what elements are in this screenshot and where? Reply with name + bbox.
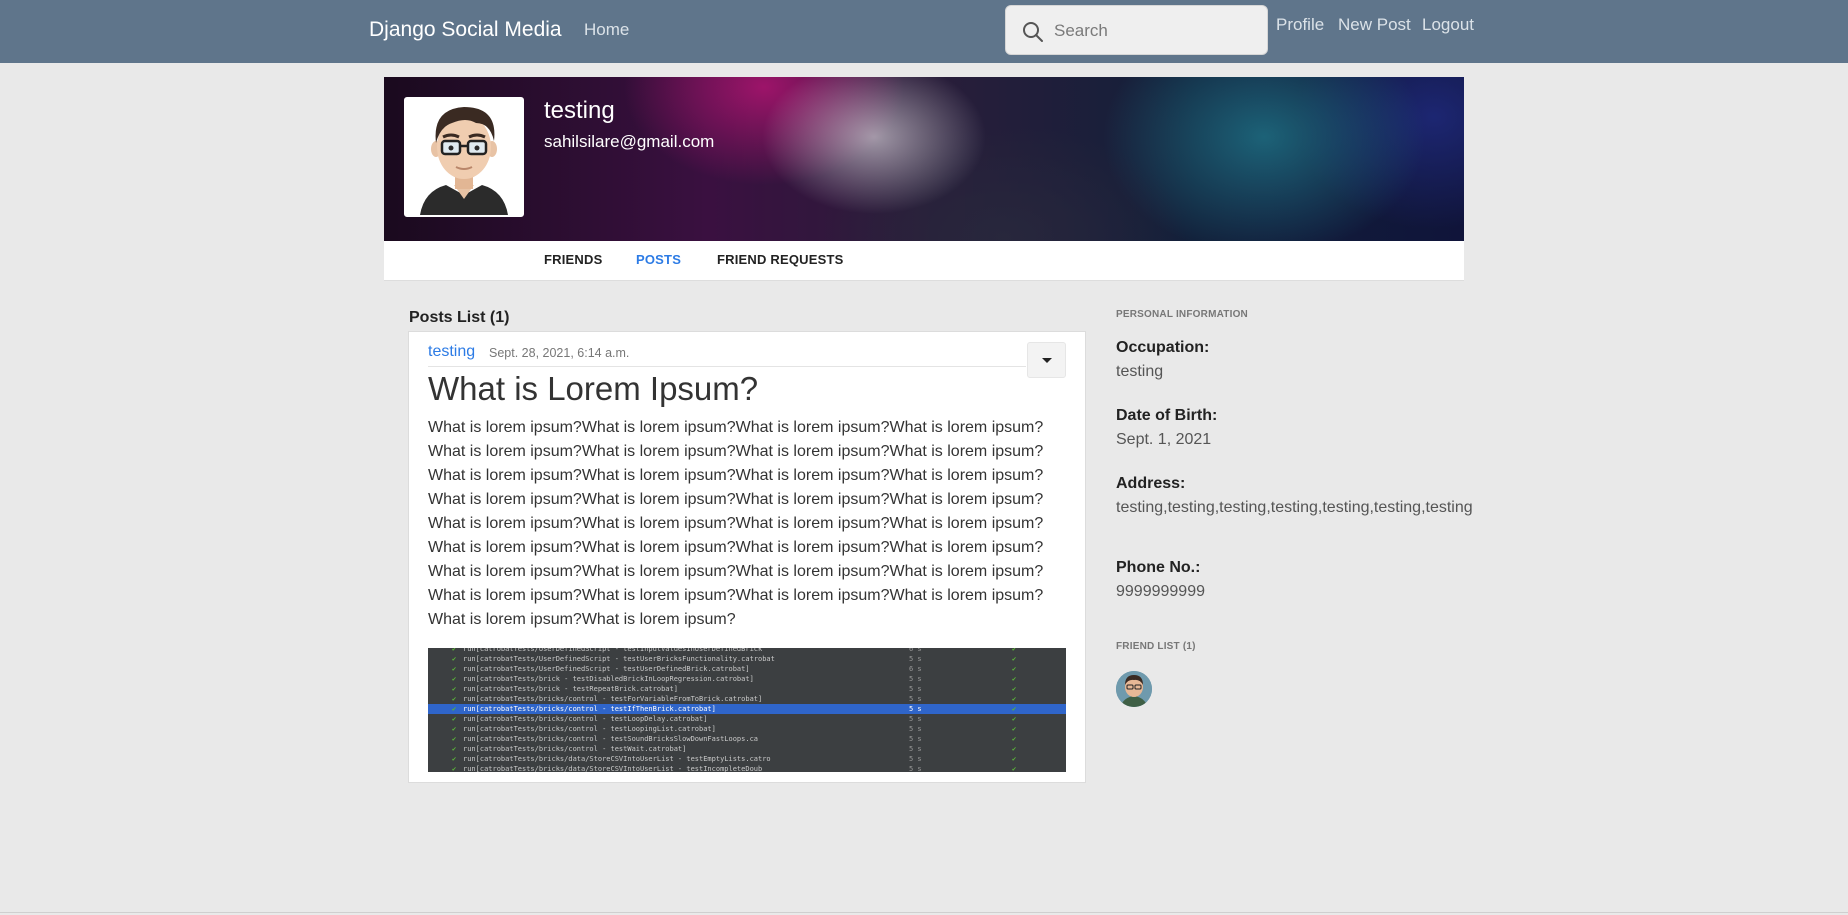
check-icon: ✔ (1012, 715, 1017, 723)
test-result-row: ✔ run[catrobatTests/bricks/control - test… (428, 704, 1066, 714)
avatar-illustration (406, 99, 522, 215)
check-icon: ✔ (1012, 685, 1017, 693)
check-icon: ✔ (1012, 675, 1017, 683)
search-box[interactable] (1005, 5, 1268, 55)
profile-username: testing (544, 97, 615, 124)
test-result-name: run[catrobatTests/bricks/control - testF… (463, 695, 763, 703)
post-body: What is lorem ipsum?What is lorem ipsum?… (428, 419, 1044, 628)
test-result-row: ✔ run[catrobatTests/bricks/control - test… (428, 734, 1066, 744)
test-result-row: ✔ run[catrobatTests/bricks/data/StoreCSVI… (428, 764, 1066, 772)
check-icon: ✔ (1012, 745, 1017, 753)
nav-logout-link[interactable]: Logout (1422, 15, 1474, 35)
test-result-name: run[catrobatTests/bricks/data/StoreCSVIn… (463, 755, 771, 763)
test-result-name: run[catrobatTests/UserDefinedScript - te… (463, 665, 750, 673)
nav-profile-link[interactable]: Profile (1276, 15, 1324, 35)
test-result-time: 5 s (909, 745, 922, 753)
search-icon (1023, 22, 1043, 42)
test-result-name: run[catrobatTests/brick - testDisabledBr… (463, 675, 754, 683)
test-result-time: 6 s (909, 665, 922, 673)
dob-value: Sept. 1, 2021 (1116, 431, 1212, 448)
address-label: Address: (1116, 475, 1186, 492)
test-result-row: ✔ run[catrobatTests/brick - testRepeatBri… (428, 684, 1066, 694)
page-bottom-divider (0, 912, 1848, 913)
posts-list-heading: Posts List (1) (409, 309, 510, 326)
search-input[interactable] (1054, 16, 1254, 46)
occupation-label: Occupation: (1116, 339, 1210, 356)
post-author-link[interactable]: testing (428, 343, 475, 361)
personal-information-heading: PERSONAL INFORMATION (1116, 309, 1248, 320)
check-icon: ✔ (452, 735, 457, 743)
test-result-name: run[catrobatTests/bricks/control - testI… (463, 705, 716, 713)
check-icon: ✔ (1012, 735, 1017, 743)
friend-avatar-illustration (1116, 671, 1152, 707)
test-result-name: run[catrobatTests/UserDefinedScript - te… (463, 655, 775, 663)
test-result-time: 5 s (909, 695, 922, 703)
dob-label: Date of Birth: (1116, 407, 1218, 424)
test-result-time: 5 s (909, 725, 922, 733)
post-title: What is Lorem Ipsum? (428, 370, 759, 407)
test-result-row: ✔ run[catrobatTests/UserDefinedScript - t… (428, 654, 1066, 664)
test-result-row: ✔ run[catrobatTests/bricks/control - test… (428, 714, 1066, 724)
check-icon: ✔ (452, 675, 457, 683)
test-result-name: run[catrobatTests/bricks/control - testS… (463, 735, 759, 743)
friend-avatar[interactable] (1116, 671, 1152, 707)
check-icon: ✔ (452, 765, 457, 772)
tab-friend-requests[interactable]: FRIEND REQUESTS (717, 252, 844, 267)
test-result-name: run[catrobatTests/bricks/control - testL… (463, 725, 716, 733)
test-result-row: ✔ run[catrobatTests/bricks/control - test… (428, 724, 1066, 734)
tab-friends[interactable]: FRIENDS (544, 252, 602, 267)
navbar: Django Social Media Home Profile New Pos… (0, 0, 1848, 63)
test-result-time: 5 s (909, 675, 922, 683)
profile-tabs: FRIENDS POSTS FRIEND REQUESTS (384, 241, 1464, 281)
test-result-time: 5 s (909, 655, 922, 663)
brand-link[interactable]: Django Social Media (369, 18, 562, 42)
test-result-row: ✔ run[catrobatTests/bricks/control - test… (428, 744, 1066, 754)
check-icon: ✔ (1012, 655, 1017, 663)
phone-label: Phone No.: (1116, 559, 1201, 576)
check-icon: ✔ (452, 695, 457, 703)
check-icon: ✔ (452, 745, 457, 753)
post-image[interactable]: ✔ run[catrobatTests/UserDefinedScript - t… (428, 648, 1066, 772)
check-icon: ✔ (1012, 755, 1017, 763)
test-result-name: run[catrobatTests/bricks/control - testW… (463, 745, 687, 753)
friend-list-heading: FRIEND LIST (1) (1116, 641, 1196, 652)
occupation-value: testing (1116, 363, 1164, 380)
profile-avatar (404, 97, 524, 217)
nav-home-link[interactable]: Home (584, 20, 629, 40)
check-icon: ✔ (452, 755, 457, 763)
phone-value: 9999999999 (1116, 583, 1205, 600)
test-result-time: 5 s (909, 715, 922, 723)
check-icon: ✔ (452, 685, 457, 693)
test-result-row: ✔ run[catrobatTests/bricks/control - test… (428, 694, 1066, 704)
address-value: testing,testing,testing,testing,testing,… (1116, 499, 1473, 516)
caret-down-icon (1042, 358, 1052, 363)
check-icon: ✔ (452, 665, 457, 673)
check-icon: ✔ (1012, 695, 1017, 703)
test-result-time: 5 s (909, 685, 922, 693)
test-result-row: ✔ run[catrobatTests/bricks/data/StoreCSVI… (428, 754, 1066, 764)
test-result-time: 5 s (909, 765, 922, 772)
check-icon: ✔ (1012, 705, 1017, 713)
post-divider (428, 366, 1026, 367)
check-icon: ✔ (1012, 725, 1017, 733)
test-result-name: run[catrobatTests/brick - testRepeatBric… (463, 685, 678, 693)
check-icon: ✔ (452, 725, 457, 733)
nav-new-post-link[interactable]: New Post (1338, 15, 1411, 35)
test-result-name: run[catrobatTests/bricks/control - testL… (463, 715, 708, 723)
test-result-time: 5 s (909, 735, 922, 743)
test-result-time: 5 s (909, 705, 922, 713)
check-icon: ✔ (1012, 665, 1017, 673)
profile-email: sahilsilare@gmail.com (544, 132, 715, 151)
test-result-row: ✔ run[catrobatTests/UserDefinedScript - t… (428, 664, 1066, 674)
tab-posts[interactable]: POSTS (636, 252, 681, 267)
test-result-time: 5 s (909, 755, 922, 763)
test-result-row: ✔ run[catrobatTests/brick - testDisabledB… (428, 674, 1066, 684)
check-icon: ✔ (1012, 765, 1017, 772)
post-date: Sept. 28, 2021, 6:14 a.m. (489, 346, 630, 360)
check-icon: ✔ (452, 715, 457, 723)
check-icon: ✔ (452, 655, 457, 663)
test-result-name: run[catrobatTests/bricks/data/StoreCSVIn… (463, 765, 763, 772)
post-options-dropdown-button[interactable] (1027, 342, 1066, 378)
check-icon: ✔ (452, 705, 457, 713)
